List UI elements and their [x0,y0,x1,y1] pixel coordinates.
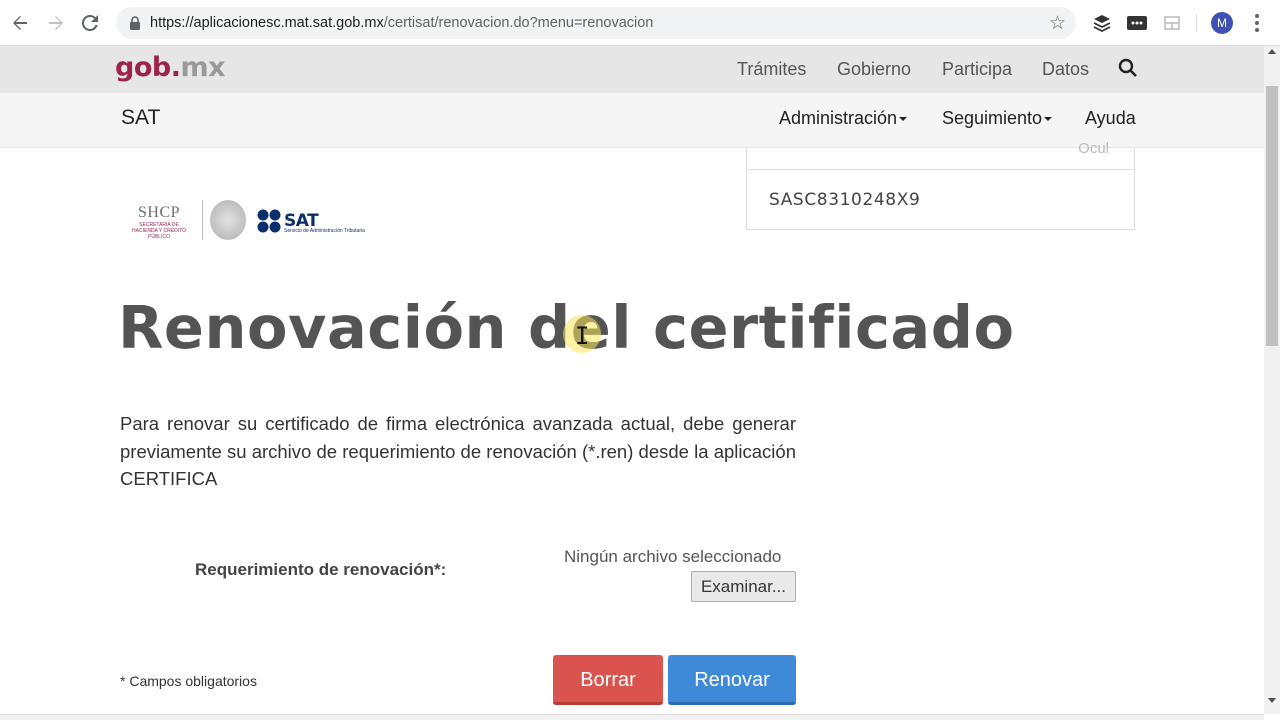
forward-arrow-icon[interactable] [44,11,68,35]
nav-datos[interactable]: Datos [1042,59,1089,80]
menu-seguimiento[interactable]: Seguimiento [942,108,1053,129]
menu-administracion-label: Administración [779,108,898,128]
url-text: https://aplicacionesc.mat.sat.gob.mx/cer… [150,15,653,31]
browse-file-button[interactable]: Examinar... [691,571,796,602]
menu-ayuda[interactable]: Ayuda [1085,108,1136,129]
reload-icon[interactable] [78,11,102,35]
window-bottom-edge [0,714,1264,720]
caret-down-icon [1044,117,1053,122]
gob-mx-logo[interactable]: gob.mx [115,52,226,83]
required-fields-note: * Campos obligatorios [120,673,257,689]
logo-gob-text: gob [115,52,171,83]
rfc-panel-cut-text[interactable]: Ocul [1078,140,1109,157]
sat-title[interactable]: SAT [121,106,160,130]
browser-toolbar: https://aplicacionesc.mat.sat.gob.mx/cer… [0,0,1280,46]
intro-paragraph: Para renovar su certificado de firma ele… [120,413,796,489]
logo-divider [202,200,203,240]
sat-logo-subtext: Servicio de Administración Tributaria [284,228,365,234]
institution-logos: SHCP SECRETARÍA DE HACIENDA Y CRÉDITO PÚ… [126,198,386,244]
national-seal-icon [210,200,246,240]
window-extension-icon[interactable] [1161,12,1183,34]
sat-logo-icon [257,209,281,233]
scroll-down-arrow-icon[interactable] [1268,698,1276,703]
rfc-value: SASC8310248X9 [769,190,921,210]
profile-avatar[interactable]: M [1211,12,1233,34]
rfc-panel-top: Ocul [747,140,1134,170]
rfc-panel: Ocul SASC8310248X9 [746,140,1135,230]
text-cursor-icon: I [575,322,590,350]
lock-icon [130,16,140,30]
bookmark-star-icon[interactable]: ☆ [1049,12,1066,35]
sat-header: SAT Administración Seguimiento Ayuda [0,93,1264,148]
nav-gobierno[interactable]: Gobierno [837,59,911,80]
logo-mx-text: mx [180,52,226,83]
menu-seguimiento-label: Seguimiento [942,108,1043,128]
menu-administracion[interactable]: Administración [779,108,908,129]
requirement-label: Requerimiento de renovación*: [195,560,447,579]
shcp-logo-text: SHCP [137,204,181,221]
file-status-text: Ningún archivo seleccionado [564,547,782,566]
url-path: /certisat/renovacion.do?menu=renovacion [383,15,654,31]
scrollbar-thumb[interactable] [1266,86,1278,346]
nav-participa[interactable]: Participa [942,59,1012,80]
address-bar[interactable]: https://aplicacionesc.mat.sat.gob.mx/cer… [116,7,1076,39]
page-scrollbar[interactable] [1264,46,1280,714]
caret-down-icon [899,117,908,122]
browser-menu-icon[interactable] [1247,12,1267,34]
shcp-logo: SHCP SECRETARÍA DE HACIENDA Y CRÉDITO PÚ… [126,204,192,240]
clear-button[interactable]: Borrar [553,655,663,705]
gob-header: gob.mx Trámites Gobierno Participa Datos [0,46,1264,93]
back-arrow-icon[interactable] [8,11,32,35]
toolbar-divider [1196,14,1197,32]
url-host: https://aplicacionesc.mat.sat.gob.mx [150,15,384,31]
search-icon[interactable] [1118,58,1138,78]
shcp-logo-subtext: SECRETARÍA DE HACIENDA Y CRÉDITO PÚBLICO [132,222,186,240]
scroll-up-arrow-icon[interactable] [1268,49,1276,54]
password-extension-icon[interactable] [1126,12,1148,34]
nav-tramites[interactable]: Trámites [737,59,806,80]
renew-button[interactable]: Renovar [668,655,796,705]
layers-extension-icon[interactable] [1091,12,1113,34]
